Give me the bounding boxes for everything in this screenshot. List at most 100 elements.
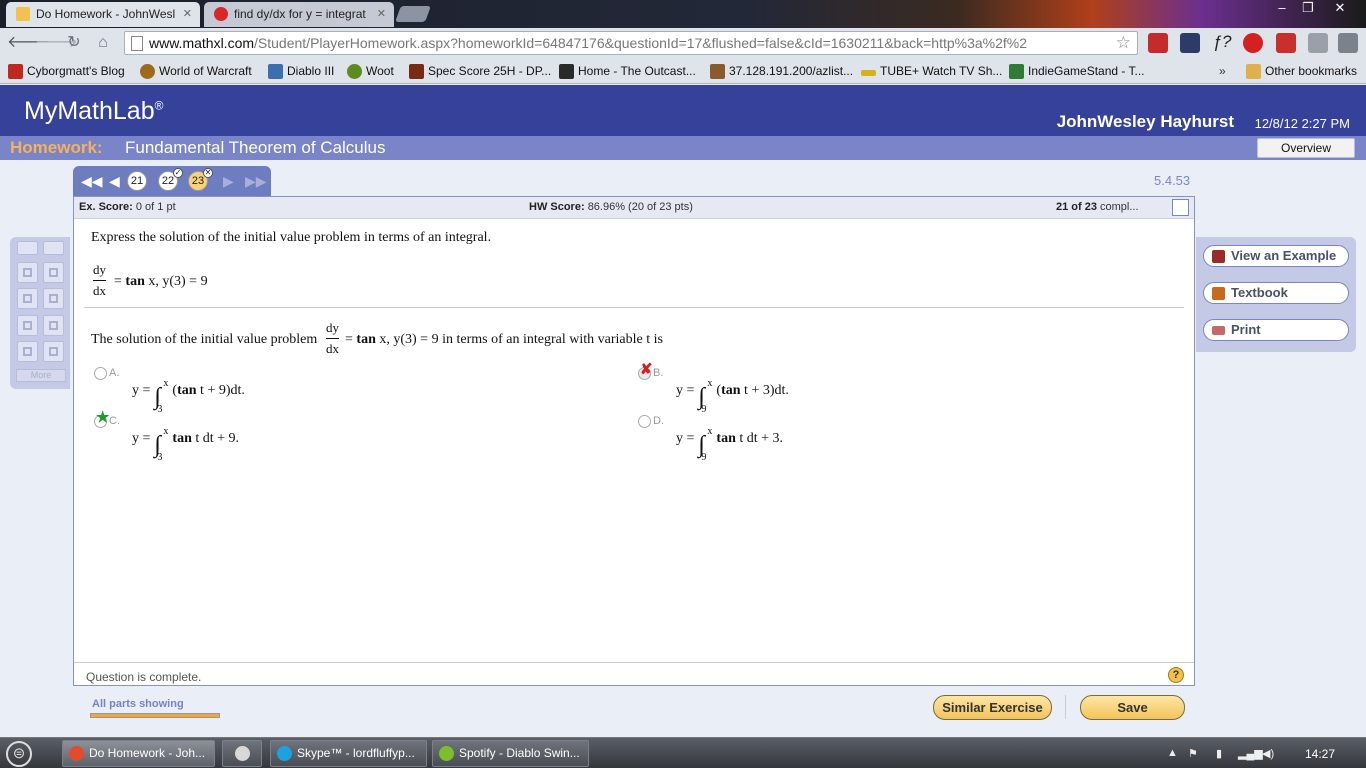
choice-d-radio[interactable] [638, 415, 651, 428]
other-bookmarks-folder[interactable]: Other bookmarks [1246, 62, 1357, 80]
app-header: MyMathLab® JohnWesley Hayhurst 12/8/12 2… [0, 85, 1366, 136]
first-question-icon[interactable]: ◀◀ [81, 173, 103, 189]
folder-icon [1246, 64, 1261, 79]
extension-flag-icon[interactable] [1276, 33, 1296, 53]
extension-shield-icon[interactable] [1180, 33, 1200, 53]
network-signal-icon[interactable]: ▂▄▆ [1238, 747, 1263, 760]
progress-suffix: compl... [1100, 201, 1139, 213]
next-question-icon[interactable]: ▶ [223, 173, 234, 189]
close-window-icon[interactable]: ✕ [1326, 0, 1354, 18]
tube-icon [861, 70, 876, 76]
button-separator [1065, 695, 1066, 719]
hw-score-value: 86.96% (20 of 23 pts) [587, 201, 693, 213]
redo-icon[interactable] [43, 241, 64, 255]
home-icon[interactable]: ⌂ [93, 34, 113, 52]
choice-c[interactable]: ★ C. y = ∫ x 3 tan t dt + 9. [94, 409, 294, 463]
tab-find-dydx[interactable]: find dy/dx for y = integrat ✕ [204, 2, 394, 27]
choice-b[interactable]: ✘ B. y = ∫ x 9 (tan t + 3)dt. [638, 361, 838, 415]
volume-icon[interactable]: ◀) [1262, 747, 1274, 760]
more-tools-button[interactable]: More [16, 369, 66, 382]
start-button[interactable]: ⊜ [6, 741, 32, 767]
ex-score-value: 0 of 1 pt [135, 201, 176, 213]
homework-title: Fundamental Theorem of Calculus [125, 138, 386, 157]
power-extension-icon[interactable] [1243, 33, 1263, 53]
choice-a[interactable]: A. y = ∫ x 3 (tan t + 9)dt. [94, 367, 294, 415]
extension-grey-icon[interactable] [1308, 33, 1328, 53]
mymathlab-logo: MyMathLab® [24, 97, 164, 125]
action-center-flag-icon[interactable]: ⚑ [1188, 747, 1198, 760]
nth-root-tool-icon[interactable] [43, 315, 64, 336]
bookmark-item[interactable]: Home - The Outcast... [559, 62, 696, 80]
restore-icon[interactable]: ❐ [1294, 0, 1322, 18]
page-icon [131, 36, 143, 51]
example-icon [1212, 250, 1225, 263]
help-icon[interactable]: ? [1168, 667, 1184, 683]
taskbar-item-steam[interactable] [222, 740, 262, 767]
forward-icon[interactable]: 🡒 [35, 34, 78, 52]
absolute-value-tool-icon[interactable] [43, 288, 64, 309]
bookmarks-overflow-chevron[interactable]: » [1219, 62, 1226, 80]
skype-icon [277, 746, 292, 761]
address-bar[interactable]: www.mathxl.com/Student/PlayerHomework.as… [124, 31, 1138, 55]
homework-label: Homework: [10, 138, 103, 157]
bookmark-item[interactable]: IndieGameStand - T... [1009, 62, 1145, 80]
bookmark-item[interactable]: Woot [347, 62, 394, 80]
battery-icon[interactable]: ▮ [1216, 747, 1222, 760]
chrome-icon [69, 746, 84, 761]
url-path: /Student/PlayerHomework.aspx?homeworkId=… [254, 35, 1028, 51]
browser-toolbar: 🡐 🡒 ↻ ⌂ www.mathxl.com/Student/PlayerHom… [0, 28, 1366, 58]
close-tab-icon[interactable]: ✕ [183, 2, 192, 27]
minimize-icon[interactable]: ‒ [1268, 0, 1296, 18]
url-domain: www.mathxl.com [149, 35, 255, 51]
incorrect-mark-icon: ✘ [640, 361, 653, 378]
math-toolbox: More [10, 237, 70, 389]
bookmark-star-icon[interactable]: ☆ [1116, 33, 1131, 53]
last-question-icon[interactable]: ▶▶ [245, 173, 267, 189]
save-button[interactable]: Save [1080, 695, 1185, 720]
solution-prefix: The solution of the initial value proble… [91, 332, 318, 347]
wrench-menu-icon[interactable] [1338, 33, 1358, 53]
previous-question-icon[interactable]: ◀ [109, 173, 120, 189]
close-tab-icon[interactable]: ✕ [377, 2, 386, 27]
mixed-number-tool-icon[interactable] [43, 262, 64, 283]
undo-icon[interactable] [17, 241, 38, 255]
bookmark-item[interactable]: Spec Score 25H - DP... [409, 62, 551, 80]
windows-taskbar: ⊜ Do Homework - Joh... Skype™ - lordfluf… [0, 737, 1366, 768]
decimal-tool-icon[interactable] [17, 341, 38, 362]
view-example-button[interactable]: View an Example [1203, 245, 1349, 267]
textbook-button[interactable]: Textbook [1203, 282, 1349, 304]
taskbar-item-spotify[interactable]: Spotify - Diablo Swin... [432, 740, 589, 767]
exponent-tool-icon[interactable] [17, 288, 38, 309]
expand-icon[interactable] [1172, 199, 1189, 216]
fraction-tool-icon[interactable] [17, 262, 38, 283]
similar-exercise-button[interactable]: Similar Exercise [933, 695, 1052, 720]
sqrt-tool-icon[interactable] [17, 315, 38, 336]
overview-button[interactable]: Overview [1257, 138, 1355, 158]
spotify-icon [439, 746, 454, 761]
correct-star-icon: ★ [96, 409, 110, 426]
taskbar-clock[interactable]: 14:27 [1305, 747, 1335, 761]
bookmark-item[interactable]: Diablo III [268, 62, 334, 80]
homework-title-bar: Homework: Fundamental Theorem of Calculu… [0, 136, 1366, 160]
choice-d[interactable]: D. y = ∫ x 9 tan t dt + 3. [638, 415, 838, 463]
tab-do-homework[interactable]: Do Homework - JohnWesl ✕ [6, 2, 200, 27]
all-parts-showing-link[interactable]: All parts showing [92, 698, 184, 710]
print-button[interactable]: Print [1203, 319, 1349, 341]
new-tab-button[interactable] [395, 6, 431, 22]
show-hidden-icons-icon[interactable]: ▲ [1167, 747, 1178, 759]
reload-icon[interactable]: ↻ [64, 34, 84, 52]
extension-red-icon[interactable] [1148, 33, 1168, 53]
function-extension-icon[interactable]: ƒ? [1212, 33, 1232, 53]
bookmark-item[interactable]: 37.128.191.200/azlist... [710, 62, 853, 80]
bookmark-item[interactable]: TUBE+ Watch TV Sh... [861, 62, 1002, 80]
taskbar-item-skype[interactable]: Skype™ - lordfluffyp... [270, 740, 427, 767]
question-21-button[interactable]: 21 [127, 171, 147, 191]
bookmark-item[interactable]: Cyborgmatt's Blog [8, 62, 125, 80]
help-sidebar: View an Example Textbook Print [1196, 237, 1356, 352]
interval-tool-icon[interactable] [43, 341, 64, 362]
question-navigator: ◀◀ ◀ 21 22 ✓ 23 ✕ ▶ ▶▶ [73, 166, 271, 196]
back-icon[interactable]: 🡐 [7, 34, 50, 52]
bookmark-item[interactable]: World of Warcraft [140, 62, 252, 80]
taskbar-item-chrome[interactable]: Do Homework - Joh... [62, 740, 215, 767]
choice-a-radio[interactable] [94, 367, 107, 380]
